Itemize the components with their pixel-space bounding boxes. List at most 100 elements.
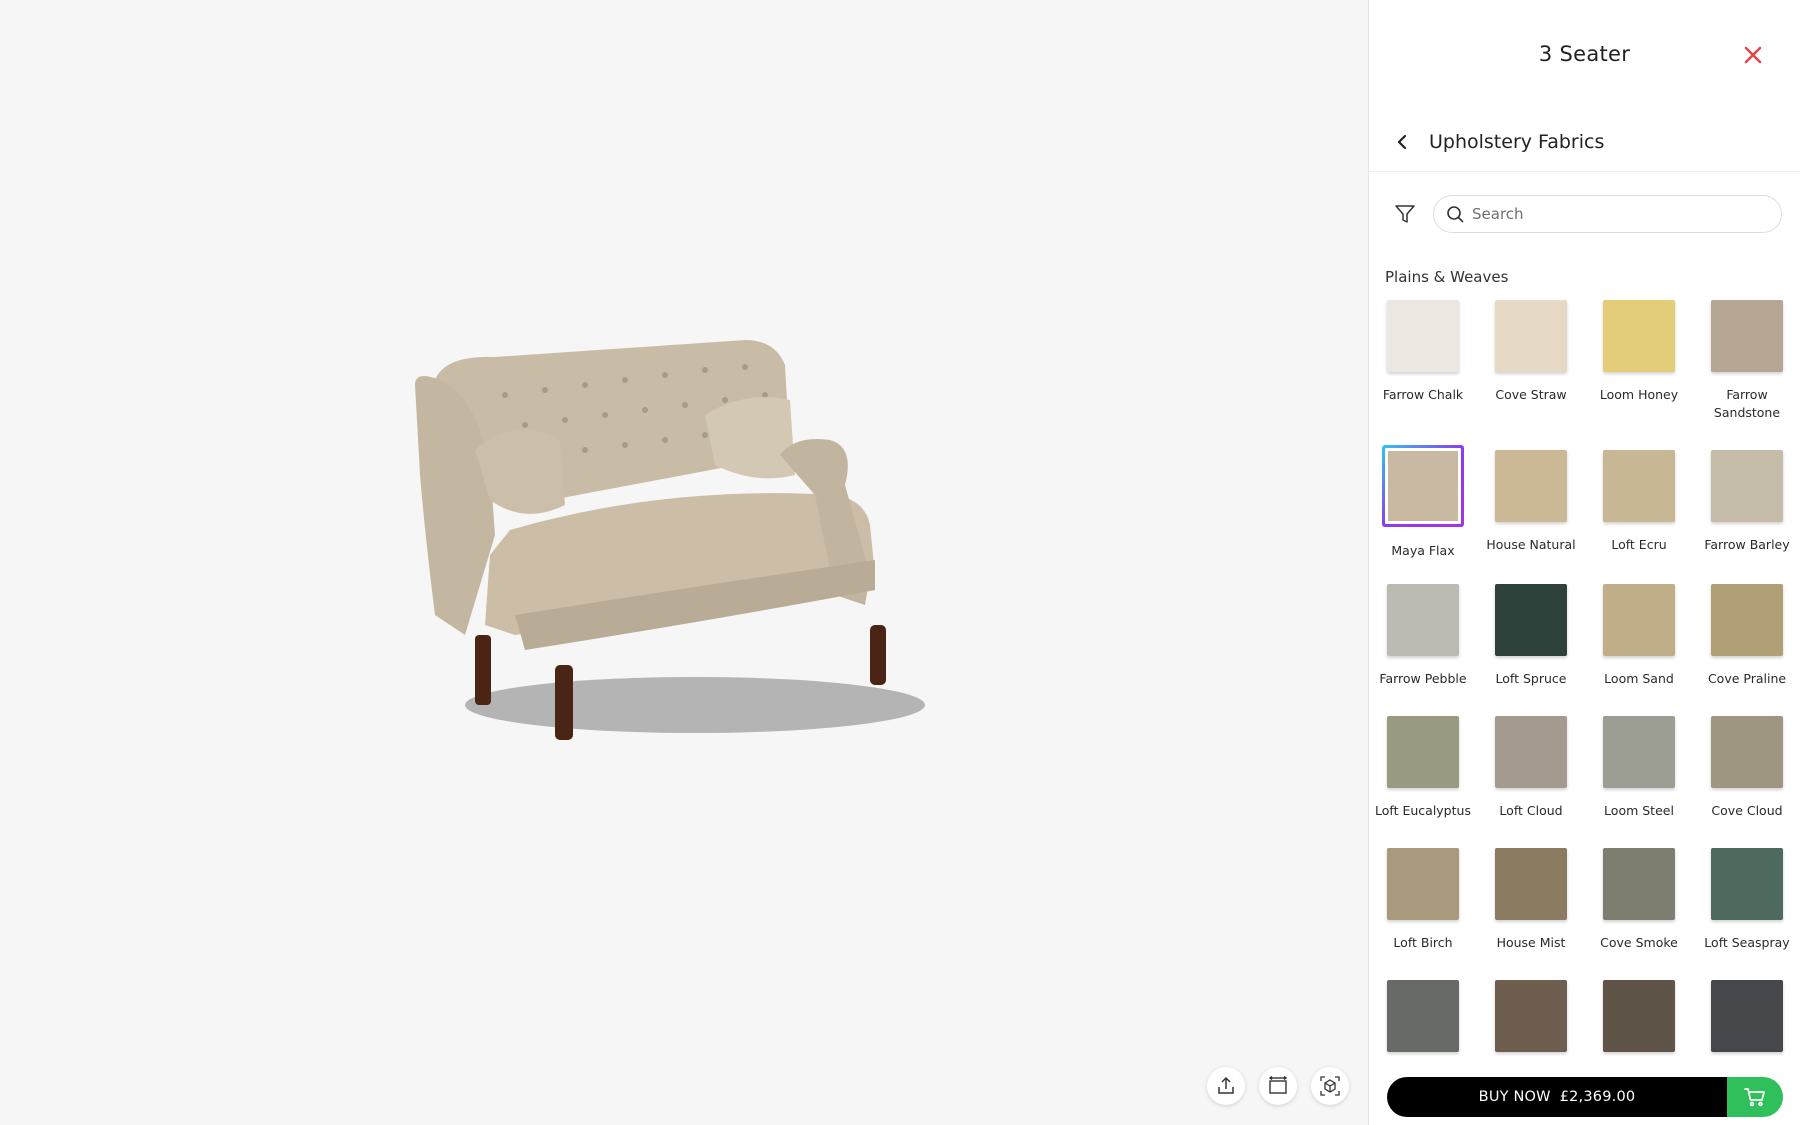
add-to-cart-button[interactable] [1727, 1077, 1783, 1117]
fabric-swatch[interactable]: Farrow Barley [1693, 450, 1800, 554]
fabric-chip [1603, 300, 1675, 372]
price: £2,369.00 [1559, 1089, 1636, 1105]
fabric-swatch[interactable]: Farrow Pebble [1369, 584, 1477, 688]
fabric-chip [1603, 584, 1675, 656]
close-icon [1744, 46, 1762, 64]
filter-button[interactable] [1391, 200, 1419, 228]
search-icon [1447, 206, 1464, 223]
fabric-swatch[interactable] [1693, 980, 1800, 1052]
fabric-name: Loft Spruce [1495, 671, 1567, 686]
fabric-name: Loom Sand [1604, 671, 1674, 686]
fabric-swatch[interactable]: House Mist [1477, 848, 1585, 952]
fabric-swatch[interactable]: Loom Sand [1585, 584, 1693, 688]
fabric-chip [1387, 584, 1459, 656]
fabric-swatch[interactable]: Loom Steel [1585, 716, 1693, 820]
buy-now-label: BUY NOW [1478, 1089, 1551, 1105]
fabric-name: Loft Ecru [1611, 537, 1667, 552]
fabric-chip [1603, 980, 1675, 1052]
section-header: Upholstery Fabrics [1369, 112, 1800, 172]
share-icon [1218, 1076, 1234, 1094]
fabric-swatch[interactable]: Loom Honey [1585, 300, 1693, 404]
sofa-render[interactable] [415, 335, 975, 745]
fabric-name: Loft Cloud [1499, 803, 1563, 818]
fabric-name: Cove Smoke [1600, 935, 1678, 950]
fabric-chip [1387, 980, 1459, 1052]
fabric-chip [1711, 584, 1783, 656]
back-button[interactable] [1391, 130, 1415, 154]
fabric-name: Cove Cloud [1711, 803, 1783, 818]
fabric-swatch[interactable]: Cove Cloud [1693, 716, 1800, 820]
configurator-panel: 3 Seater Upholstery Fabrics Plains & Wea… [1368, 0, 1800, 1125]
fabric-chip [1495, 584, 1567, 656]
fabric-chip [1387, 300, 1459, 372]
fabric-chip [1495, 980, 1567, 1052]
filter-icon [1395, 205, 1415, 223]
fabric-name: Cove Praline [1707, 671, 1787, 686]
fabric-swatch[interactable]: House Natural [1477, 450, 1585, 554]
fabric-name: Cove Straw [1495, 387, 1567, 402]
fabric-name: Loom Honey [1599, 387, 1679, 402]
ar-view-button[interactable] [1311, 1067, 1349, 1105]
fabric-chip [1385, 448, 1461, 524]
fabric-name: Maya Flax [1391, 543, 1455, 558]
fabric-name: Loom Steel [1604, 803, 1674, 818]
fabric-swatch[interactable]: Cove Straw [1477, 300, 1585, 404]
fabric-chip [1387, 848, 1459, 920]
fabric-chip [1495, 450, 1567, 522]
search-input[interactable] [1472, 205, 1752, 223]
fabric-chip [1387, 716, 1459, 788]
section-title: Upholstery Fabrics [1429, 130, 1605, 153]
fabric-swatch[interactable] [1477, 980, 1585, 1052]
fabric-name: Loft Seaspray [1704, 935, 1790, 950]
fabric-chip [1711, 848, 1783, 920]
fabric-swatch[interactable]: Loft Spruce [1477, 584, 1585, 688]
fabric-chip [1711, 716, 1783, 788]
fabric-chip [1495, 716, 1567, 788]
fabric-swatch[interactable]: Loft Eucalyptus [1369, 716, 1477, 820]
ar-view-icon [1320, 1076, 1340, 1096]
viewer-toolbar [1207, 1067, 1349, 1105]
fabric-swatch[interactable]: Loft Cloud [1477, 716, 1585, 820]
fabric-chip [1711, 300, 1783, 372]
fabric-name: Farrow Barley [1704, 537, 1790, 552]
fabric-swatch[interactable]: Cove Praline [1693, 584, 1800, 688]
search-box[interactable] [1433, 195, 1782, 233]
fabric-chip [1603, 848, 1675, 920]
fabric-swatch[interactable] [1369, 980, 1477, 1052]
fabric-name: Farrow Chalk [1382, 387, 1464, 402]
fabric-name: House Natural [1486, 537, 1576, 552]
fabric-swatch[interactable] [1585, 980, 1693, 1052]
fabric-name: Loft Eucalyptus [1375, 803, 1471, 818]
product-viewer[interactable] [0, 0, 1368, 1125]
buy-now-button[interactable]: BUY NOW £2,369.00 [1387, 1077, 1727, 1117]
fabric-swatch[interactable]: Loft Birch [1369, 848, 1477, 952]
fabric-name: Farrow Sandstone [1713, 387, 1781, 420]
cart-icon [1744, 1088, 1765, 1107]
category-heading: Plains & Weaves [1385, 268, 1509, 286]
search-row [1369, 182, 1800, 246]
panel-header: 3 Seater [1369, 0, 1800, 112]
chevron-left-icon [1397, 134, 1407, 149]
fabric-chip [1603, 716, 1675, 788]
dimensions-icon [1268, 1076, 1288, 1094]
share-button[interactable] [1207, 1067, 1245, 1105]
dimensions-button[interactable] [1259, 1067, 1297, 1105]
fabric-chip [1711, 450, 1783, 522]
fabric-swatch[interactable]: Cove Smoke [1585, 848, 1693, 952]
fabric-chip [1711, 980, 1783, 1052]
selected-indicator [1382, 445, 1464, 527]
fabric-name: Farrow Pebble [1379, 671, 1467, 686]
fabric-chip [1495, 300, 1567, 372]
fabric-swatch[interactable]: Loft Seaspray [1693, 848, 1800, 952]
buy-bar: BUY NOW £2,369.00 [1387, 1077, 1783, 1117]
fabric-swatch[interactable]: Farrow Chalk [1369, 300, 1477, 404]
close-button[interactable] [1742, 44, 1764, 66]
fabric-chip [1603, 450, 1675, 522]
fabric-swatch[interactable]: Loft Ecru [1585, 450, 1693, 554]
fabric-chip [1495, 848, 1567, 920]
fabric-swatch[interactable]: Maya Flax [1369, 445, 1477, 560]
fabric-name: Loft Birch [1393, 935, 1453, 950]
fabric-swatch[interactable]: Farrow Sandstone [1693, 300, 1800, 422]
fabric-name: House Mist [1496, 935, 1566, 950]
panel-title: 3 Seater [1538, 42, 1631, 66]
